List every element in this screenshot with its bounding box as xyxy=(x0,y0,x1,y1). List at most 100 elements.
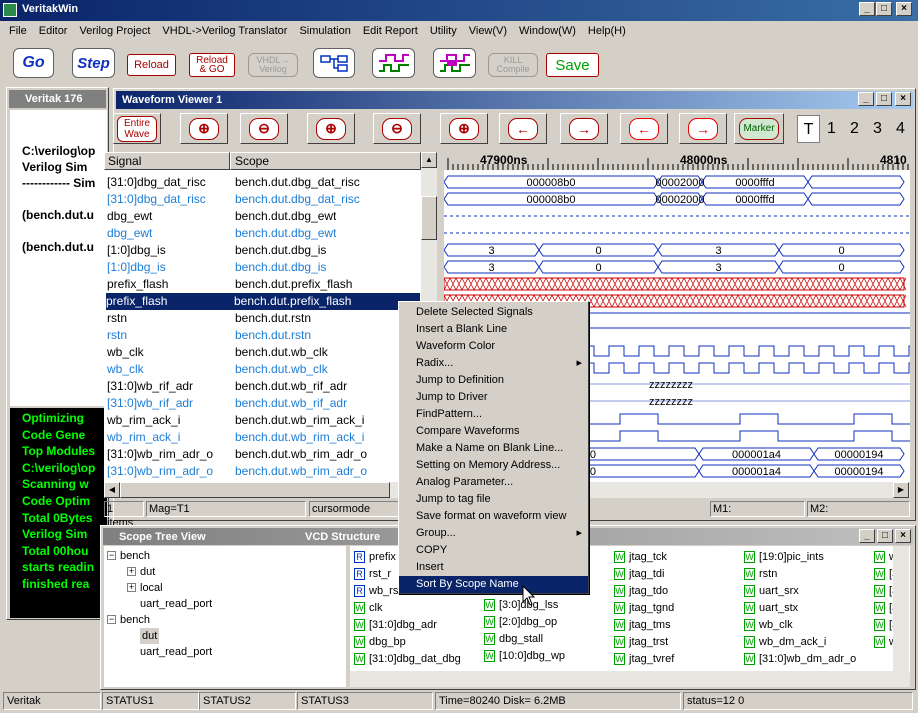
vcd-signal[interactable]: Wjtag_trst xyxy=(614,635,668,650)
menu-item-6[interactable]: Utility xyxy=(424,22,463,40)
signal-row[interactable]: dbg_ewt bench.dut.dbg_ewt xyxy=(107,208,437,225)
signal-row[interactable]: wb_clk bench.dut.wb_clk xyxy=(107,344,437,361)
vcd-signal[interactable]: Rwb_rs xyxy=(354,584,398,599)
ctx-item-insert-a-blank-line[interactable]: Insert a Blank Line xyxy=(399,321,588,338)
vcd-signal[interactable]: Wjtag_tdo xyxy=(614,584,668,599)
marker-tab-T[interactable]: T xyxy=(797,115,820,143)
wv-minimize-button[interactable]: _ xyxy=(858,92,874,106)
vcd-signal[interactable]: Wclk xyxy=(354,601,382,616)
signal-row[interactable]: prefix_flash bench.dut.prefix_flash xyxy=(106,293,420,310)
scroll-thumb[interactable] xyxy=(421,196,437,240)
vcd-signal[interactable]: W [31:0]wb_dm_adr_o xyxy=(744,652,856,667)
wv-maximize-button[interactable]: □ xyxy=(876,92,892,106)
signal-row[interactable]: [1:0]dbg_is bench.dut.dbg_is xyxy=(107,242,437,259)
vcd-signal[interactable]: Wjtag_tck xyxy=(614,550,667,565)
maximize-button[interactable]: □ xyxy=(876,2,892,16)
marker-tab-4[interactable]: 4 xyxy=(889,115,912,143)
marker-tab-3[interactable]: 3 xyxy=(866,115,889,143)
vcd-signal[interactable]: W [19:0]pic_ints xyxy=(744,550,824,565)
vcd-signal[interactable]: Wrstn xyxy=(744,567,777,582)
vcd-signal[interactable]: Wuart_srx xyxy=(744,584,799,599)
marker-tab-1[interactable]: 1 xyxy=(820,115,843,143)
hierarchy-button[interactable] xyxy=(313,48,355,78)
ctx-item-setting-on-memory-address[interactable]: Setting on Memory Address... xyxy=(399,457,588,474)
vcd-signal[interactable]: Wjtag_tvref xyxy=(614,652,674,667)
zoom-cursor-out-button[interactable]: ⊖ xyxy=(373,113,421,144)
go-button[interactable]: Go xyxy=(13,48,54,78)
zoom-out-button[interactable]: ⊖ xyxy=(240,113,288,144)
vcd-signal[interactable]: W [31:0]dbg_dat_dbg xyxy=(354,652,461,667)
signal-row[interactable]: rstn bench.dut.rstn xyxy=(107,327,437,344)
vcd-signal[interactable]: W [10:0]dbg_wp xyxy=(484,649,565,664)
ctx-item-radix[interactable]: Radix... xyxy=(399,355,588,372)
menu-item-7[interactable]: View(V) xyxy=(463,22,513,40)
vcd-vscrollbar[interactable] xyxy=(893,546,909,671)
signal-row[interactable]: dbg_ewt bench.dut.dbg_ewt xyxy=(107,225,437,242)
signal-list-hscrollbar[interactable]: ◀ xyxy=(104,482,437,498)
ctx-item-make-a-name-on-blank-line[interactable]: Make a Name on Blank Line... xyxy=(399,440,588,457)
waveform-button[interactable] xyxy=(372,48,415,78)
hscroll-thumb[interactable] xyxy=(120,482,390,498)
vcd-signal[interactable]: Wwb_clk xyxy=(744,618,793,633)
ctx-item-jump-to-tag-file[interactable]: Jump to tag file xyxy=(399,491,588,508)
ctx-item-analog-parameter[interactable]: Analog Parameter... xyxy=(399,474,588,491)
entire-wave-button[interactable]: Entire Wave xyxy=(113,113,161,144)
vcd-signal[interactable]: Wjtag_tms xyxy=(614,618,671,633)
vcd-signal[interactable]: Wwb_dm_ack_i xyxy=(744,635,826,650)
prev-edge-button[interactable]: ← xyxy=(499,113,547,144)
close-button[interactable]: × xyxy=(896,2,912,16)
vcd-signal[interactable]: Wuart_stx xyxy=(744,601,798,616)
vcd-signal[interactable]: W[31 xyxy=(874,567,894,582)
vcd-signal[interactable]: Rrst_r xyxy=(354,567,391,582)
signal-row[interactable]: [31:0]wb_rif_adr bench.dut.wb_rif_adr xyxy=(107,378,437,395)
next-edge-button[interactable]: → xyxy=(560,113,608,144)
vcd-hscrollbar[interactable] xyxy=(350,671,910,687)
signal-row[interactable]: wb_rim_ack_i bench.dut.wb_rim_ack_i xyxy=(107,412,437,429)
vcd-signal[interactable]: Rprefix xyxy=(354,550,396,565)
vcd-signal[interactable]: Wwb_ xyxy=(874,550,894,565)
tree-node[interactable]: uart_read_port xyxy=(140,596,212,612)
menu-item-4[interactable]: Simulation xyxy=(293,22,356,40)
ctx-item-jump-to-driver[interactable]: Jump to Driver xyxy=(399,389,588,406)
prev-marker-button[interactable]: ← xyxy=(620,113,668,144)
tree-node[interactable]: dut xyxy=(140,564,155,580)
tree-node[interactable]: dut xyxy=(140,628,160,644)
ctx-item-waveform-color[interactable]: Waveform Color xyxy=(399,338,588,355)
col-scope-header[interactable]: Scope xyxy=(230,152,421,170)
zoom-cursor-in-button[interactable]: ⊕ xyxy=(307,113,355,144)
zoom-in-button[interactable]: ⊕ xyxy=(180,113,228,144)
signal-row[interactable]: rstn bench.dut.rstn xyxy=(107,310,437,327)
vcd-signal[interactable]: W [2:0]dbg_op xyxy=(484,615,557,630)
marker-button[interactable]: Marker xyxy=(734,113,784,144)
ctx-item-copy[interactable]: COPY xyxy=(399,542,588,559)
reload-go-button[interactable]: Reload & GO xyxy=(189,53,235,77)
ctx-item-findpattern[interactable]: FindPattern... xyxy=(399,406,588,423)
vcd-signal[interactable]: W[31 xyxy=(874,601,894,616)
waveform-view-button[interactable] xyxy=(433,48,476,78)
zoom-fit-button[interactable]: ⊕ xyxy=(440,113,488,144)
signal-row[interactable]: prefix_flash bench.dut.prefix_flash xyxy=(107,276,437,293)
tree-node[interactable]: bench xyxy=(120,612,150,628)
st-minimize-button[interactable]: _ xyxy=(859,529,875,543)
next-marker-button[interactable]: → xyxy=(679,113,727,144)
ctx-item-jump-to-definition[interactable]: Jump to Definition xyxy=(399,372,588,389)
tree-node[interactable]: bench xyxy=(120,548,150,564)
tree-expander-icon[interactable]: − xyxy=(107,615,116,624)
tree-expander-icon[interactable]: + xyxy=(127,583,136,592)
signal-row[interactable]: [31:0]wb_rim_adr_o bench.dut.wb_rim_adr_o xyxy=(107,446,437,463)
ctx-item-compare-waveforms[interactable]: Compare Waveforms xyxy=(399,423,588,440)
vcd-signal[interactable]: Wdbg_stall xyxy=(484,632,543,647)
tree-expander-icon[interactable]: + xyxy=(127,567,136,576)
signal-row[interactable]: [31:0]wb_rif_adr bench.dut.wb_rif_adr xyxy=(107,395,437,412)
reload-button[interactable]: Reload xyxy=(127,54,176,76)
menu-item-2[interactable]: Verilog Project xyxy=(73,22,156,40)
menu-item-1[interactable]: Editor xyxy=(33,22,74,40)
vhdl-verilog-button[interactable]: VHDL→ Verilog xyxy=(248,53,298,77)
signal-row[interactable]: wb_rim_ack_i bench.dut.wb_rim_ack_i xyxy=(107,429,437,446)
col-signal-header[interactable]: Signal xyxy=(104,152,230,170)
ctx-item-group[interactable]: Group... xyxy=(399,525,588,542)
vcd-signal[interactable]: W[3:0 xyxy=(874,618,894,633)
signal-row[interactable]: [31:0]dbg_dat_risc bench.dut.dbg_dat_risc xyxy=(107,191,437,208)
menu-item-0[interactable]: File xyxy=(3,22,33,40)
signal-row[interactable]: wb_clk bench.dut.wb_clk xyxy=(107,361,437,378)
